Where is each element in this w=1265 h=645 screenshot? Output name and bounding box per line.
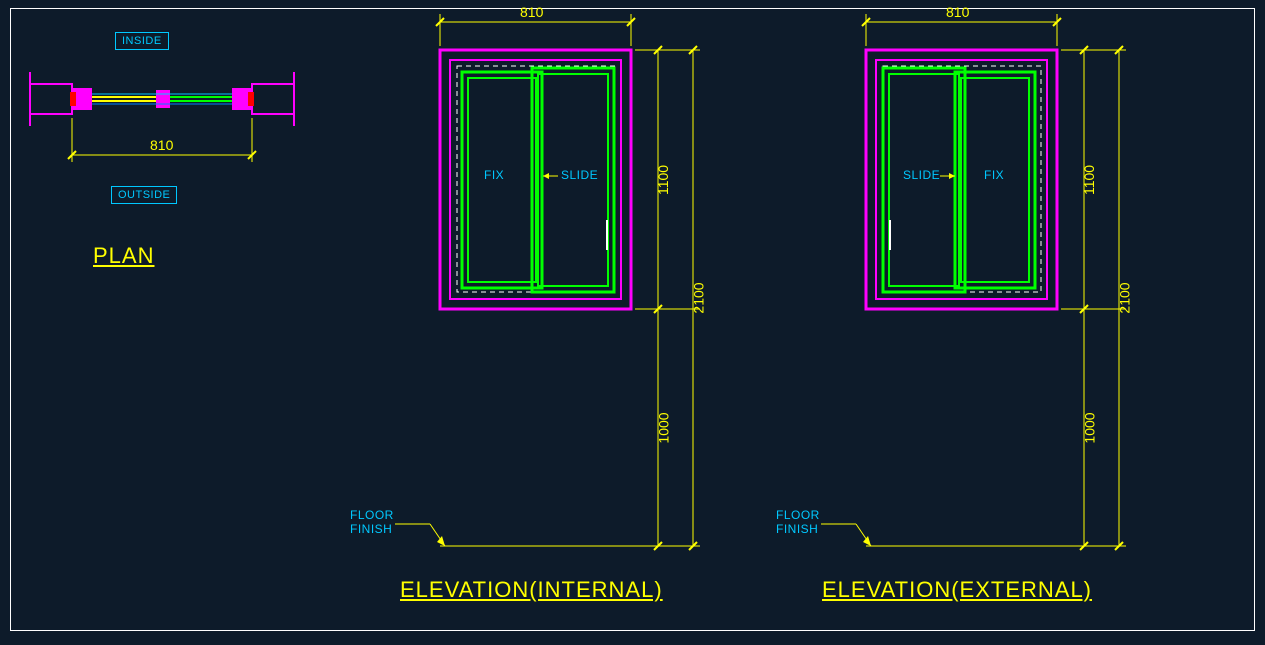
ee-dim-upper: 1100	[1081, 165, 1097, 195]
ee-dim-lower: 1000	[1082, 412, 1098, 443]
elev-external-svg	[0, 0, 1265, 645]
ee-floor2: FINISH	[776, 522, 818, 536]
ee-fix-label: FIX	[984, 168, 1004, 182]
ee-top-dim: 810	[946, 4, 969, 20]
ee-floor1: FLOOR	[776, 508, 820, 522]
ee-slide-label: SLIDE	[903, 168, 940, 182]
ee-dim-total: 2100	[1117, 282, 1133, 313]
ee-title: ELEVATION(EXTERNAL)	[822, 577, 1092, 603]
